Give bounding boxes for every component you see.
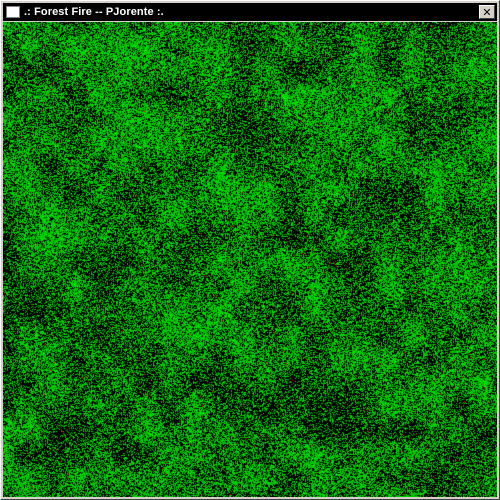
- forest-grid-canvas: [3, 22, 497, 497]
- forest-fire-window: .: Forest Fire -- PJorente :. ✕: [0, 0, 500, 500]
- close-icon: ✕: [482, 5, 492, 19]
- close-button[interactable]: ✕: [479, 5, 495, 19]
- title-bar[interactable]: .: Forest Fire -- PJorente :. ✕: [3, 3, 497, 21]
- app-window-icon[interactable]: [6, 6, 20, 18]
- window-title: .: Forest Fire -- PJorente :.: [24, 6, 164, 18]
- simulation-area: [3, 22, 497, 497]
